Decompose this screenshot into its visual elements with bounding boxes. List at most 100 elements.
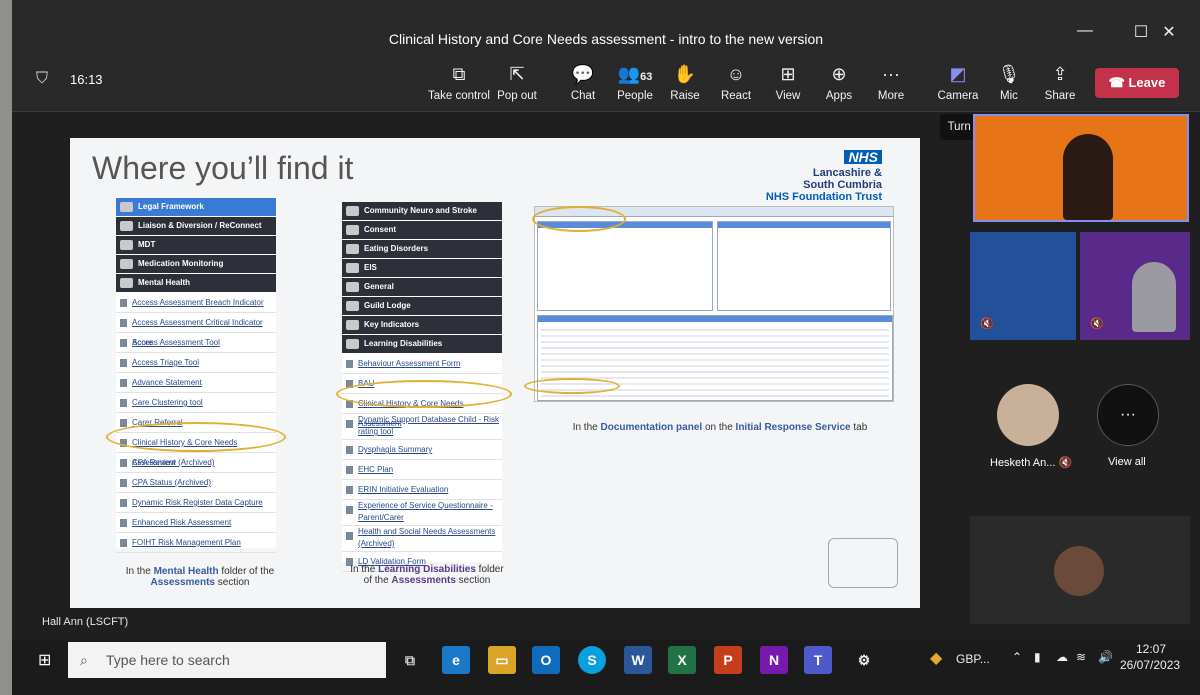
- mic-off-icon: 🔇: [1090, 318, 1104, 330]
- people-illustration: [828, 538, 898, 588]
- windows-taskbar: ⊞ ⌕ Type here to search ⧉ e ▭ O S W X P …: [12, 640, 1200, 695]
- highlight-oval: [532, 206, 626, 232]
- leave-button[interactable]: ☎ Leave: [1095, 68, 1179, 98]
- cloud-icon[interactable]: ☁: [1056, 650, 1068, 664]
- folder-item: General: [342, 278, 502, 296]
- folder-item: Learning Disabilities: [342, 335, 502, 353]
- more-icon: ···: [882, 64, 900, 84]
- assessment-link: Health and Social Needs Assessments (Arc…: [342, 526, 502, 552]
- assessment-link: Advance Statement: [116, 373, 276, 393]
- word-icon[interactable]: W: [624, 646, 652, 674]
- folder-item: Mental Health: [116, 274, 276, 292]
- window-title: Clinical History and Core Needs assessme…: [388, 31, 824, 47]
- chevron-up-icon[interactable]: ⌃: [1012, 650, 1022, 664]
- people-count: 63: [640, 71, 653, 83]
- taskbar-search[interactable]: ⌕ Type here to search: [68, 642, 386, 678]
- video-tile[interactable]: 🔇: [1080, 232, 1190, 340]
- meeting-toolbar: ⛉ 16:13 ⧉ Take control ⇱ Pop out 💬 Chat 👥63…: [12, 48, 1200, 112]
- folder-item: Consent: [342, 221, 502, 239]
- minimize-button[interactable]: —: [1070, 22, 1100, 40]
- assessment-link: Access Triage Tool: [116, 353, 276, 373]
- clock-date[interactable]: 26/07/2023: [1120, 658, 1180, 672]
- maximize-button[interactable]: ☐: [1126, 22, 1156, 42]
- search-icon: ⌕: [80, 652, 88, 668]
- clock-time[interactable]: 12:07: [1136, 642, 1166, 656]
- shield-icon: ⛉: [36, 70, 49, 87]
- currency-icon: ◆: [930, 650, 943, 667]
- windows-start-icon[interactable]: ⊞: [38, 650, 51, 670]
- teams-icon[interactable]: T: [804, 646, 832, 674]
- assessment-link: FOIHT Risk Management Plan: [116, 533, 276, 553]
- assessment-link: Access Assessment Tool: [116, 333, 276, 353]
- participant-name: Hesketh An... 🔇: [990, 457, 1073, 469]
- battery-icon[interactable]: ▮: [1034, 650, 1041, 664]
- folder-item: Legal Framework: [116, 198, 276, 216]
- excel-icon[interactable]: X: [668, 646, 696, 674]
- take-control-button[interactable]: ⧉ Take control: [426, 62, 492, 102]
- shared-slide: Where you’ll find it NHS Lancashire & So…: [70, 138, 920, 608]
- share-button[interactable]: ⇪ Share: [1027, 62, 1093, 102]
- task-view-icon[interactable]: ⧉: [396, 646, 424, 674]
- participant-video: [1063, 134, 1113, 220]
- folder-item: Liaison & Diversion / ReConnect: [116, 217, 276, 235]
- skype-icon[interactable]: S: [578, 646, 606, 674]
- view-all-label[interactable]: View all: [1108, 456, 1146, 468]
- folder-item: Eating Disorders: [342, 240, 502, 258]
- slide-title: Where you’ll find it: [92, 150, 354, 186]
- more-button[interactable]: ··· More: [858, 62, 924, 102]
- panel3-caption: In the Documentation panel on the Initia…: [572, 422, 868, 433]
- pop-out-button[interactable]: ⇱ Pop out: [484, 62, 550, 102]
- assessment-link: Experience of Service Questionnaire - Pa…: [342, 500, 502, 526]
- assessment-link: Access Assessment Breach Indicator: [116, 293, 276, 313]
- edge-icon[interactable]: e: [442, 646, 470, 674]
- mic-off-icon: 🔇: [980, 318, 994, 330]
- mic-off-icon: 🔇: [1058, 457, 1073, 469]
- folder-item: Community Neuro and Stroke: [342, 202, 502, 220]
- highlight-oval: [106, 422, 286, 452]
- assessment-link: CPA Review (Archived): [116, 453, 276, 473]
- powerpoint-icon[interactable]: P: [714, 646, 742, 674]
- currency-widget[interactable]: GBP...: [956, 652, 990, 666]
- assessment-link: Behaviour Assessment Form: [342, 354, 502, 374]
- video-tile[interactable]: 🔇: [970, 232, 1076, 340]
- more-icon: ···: [1120, 406, 1136, 423]
- title-bar: Clinical History and Core Needs assessme…: [12, 0, 1200, 48]
- participant-video: [1132, 262, 1176, 332]
- video-tile-active-speaker[interactable]: [973, 114, 1189, 222]
- assessment-link: Enhanced Risk Assessment: [116, 513, 276, 533]
- settings-icon[interactable]: ⚙: [850, 646, 878, 674]
- avatar: [997, 384, 1059, 446]
- assessment-link: Care Clustering tool: [116, 393, 276, 413]
- assessment-link: EHC Plan: [342, 460, 502, 480]
- assessment-link: Dynamic Support Database Child - Risk ra…: [342, 414, 502, 440]
- assessment-link: ERIN Initiative Evaluation: [342, 480, 502, 500]
- meeting-timer: 16:13: [70, 72, 103, 87]
- outlook-icon[interactable]: O: [532, 646, 560, 674]
- close-button[interactable]: ✕: [1154, 22, 1184, 42]
- highlight-oval: [336, 380, 512, 408]
- share-icon: ⇪: [1052, 64, 1068, 84]
- folder-item: EIS: [342, 259, 502, 277]
- file-explorer-icon[interactable]: ▭: [488, 646, 516, 674]
- pop-out-icon: ⇱: [509, 64, 525, 84]
- wifi-icon[interactable]: ≋: [1076, 650, 1086, 664]
- nhs-logo-block: NHS Lancashire & South Cumbria NHS Found…: [765, 149, 882, 203]
- assessment-link: Dysphagia Summary: [342, 440, 502, 460]
- panel1-caption: In the Mental Health folder of the Assess…: [125, 566, 275, 588]
- folder-item: Medication Monitoring: [116, 255, 276, 273]
- nhs-logo: NHS: [844, 150, 882, 164]
- volume-icon[interactable]: 🔊: [1098, 650, 1113, 664]
- view-all-button[interactable]: ···: [1097, 384, 1159, 446]
- assessment-link: Access Assessment Critical Indicator Sco…: [116, 313, 276, 347]
- video-tile[interactable]: [970, 516, 1190, 624]
- folder-item: Key Indicators: [342, 316, 502, 334]
- folder-item: Guild Lodge: [342, 297, 502, 315]
- documentation-panel-screenshot: [534, 206, 894, 402]
- assessment-link: Dynamic Risk Register Data Capture: [116, 493, 276, 513]
- onenote-icon[interactable]: N: [760, 646, 788, 674]
- folder-item: MDT: [116, 236, 276, 254]
- hang-up-icon: ☎: [1108, 75, 1129, 90]
- avatar: [1054, 546, 1104, 596]
- teams-meeting-window: Clinical History and Core Needs assessme…: [12, 0, 1200, 695]
- panel2-caption: In the Learning Disabilities folder of th…: [350, 564, 504, 586]
